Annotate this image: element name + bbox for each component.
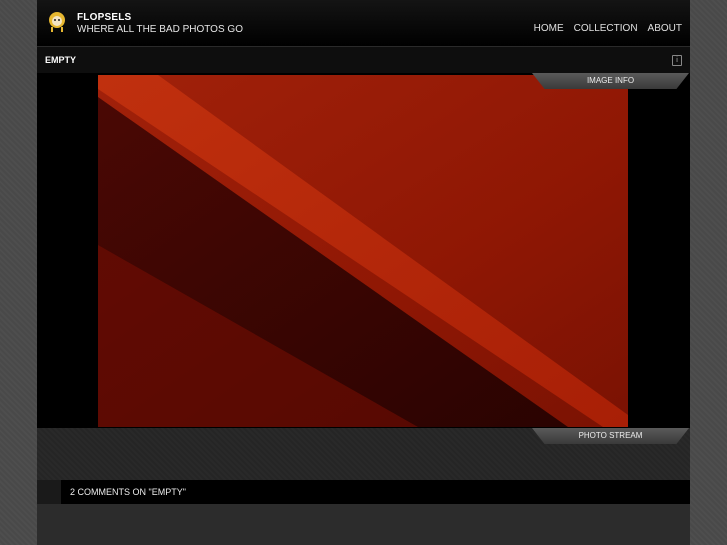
site-title[interactable]: FLOPSELS [77,12,131,23]
page-container: FLOPSELS WHERE ALL THE BAD PHOTOS GO HOM… [37,0,690,545]
comments-title: 2 COMMENTS ON "EMPTY" [70,487,186,497]
site-tagline: WHERE ALL THE BAD PHOTOS GO [77,24,243,35]
mascot-face-icon[interactable] [47,11,67,33]
photo-area [37,73,690,428]
site-header: FLOPSELS WHERE ALL THE BAD PHOTOS GO HOM… [37,0,690,47]
comments-header: 2 COMMENTS ON "EMPTY" [37,480,690,504]
post-title-bar: EMPTY i [37,47,690,73]
nav-collection[interactable]: COLLECTION [574,23,638,34]
photo[interactable] [98,75,628,427]
comments-area [37,504,690,545]
main-nav: HOME COLLECTION ABOUT [534,23,682,34]
post-title: EMPTY [45,55,77,65]
info-icon[interactable]: i [672,55,682,66]
nav-about[interactable]: ABOUT [648,23,682,34]
nav-home[interactable]: HOME [534,23,564,34]
image-info-tab[interactable]: IMAGE INFO [532,73,689,89]
comments-marker [37,480,61,504]
photo-stream-tab[interactable]: PHOTO STREAM [532,428,689,444]
